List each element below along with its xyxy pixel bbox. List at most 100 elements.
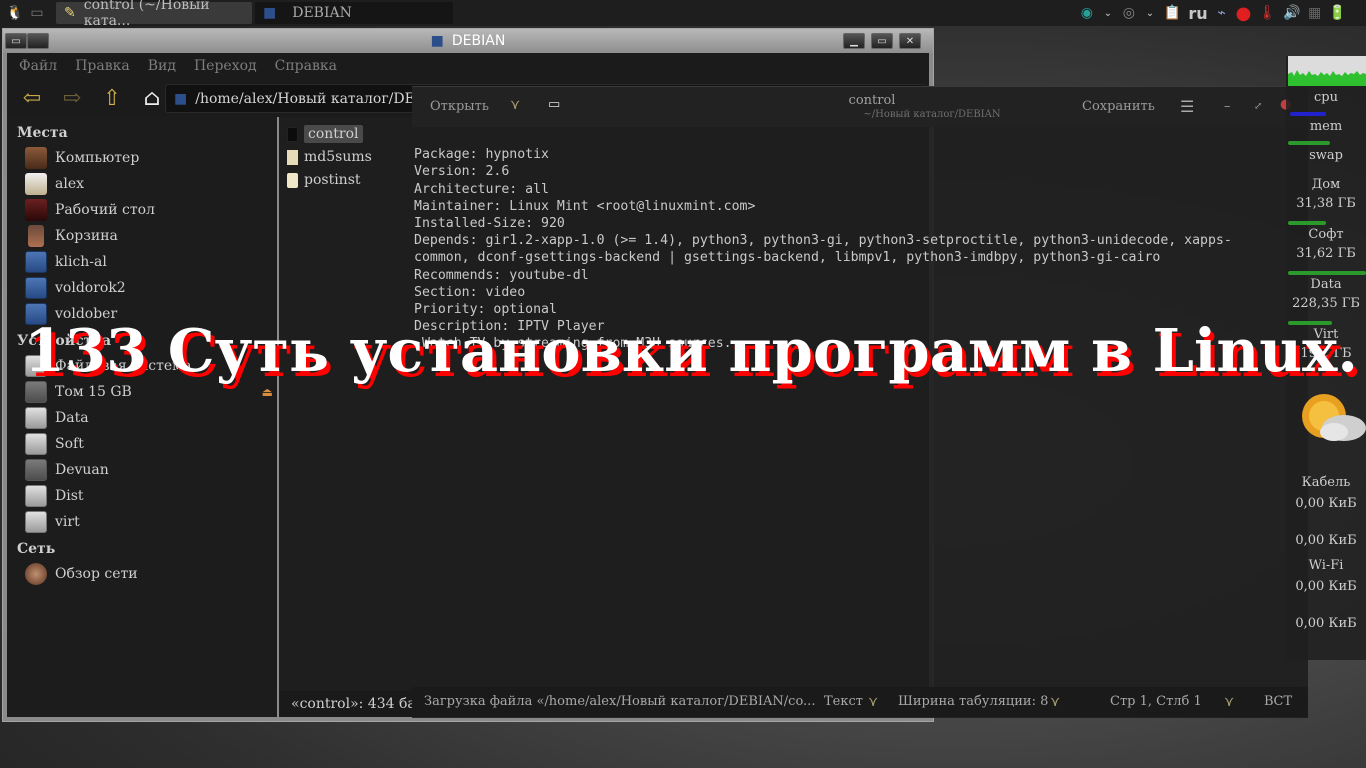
taskbar-item-file-manager[interactable]: ■ DEBIAN bbox=[255, 2, 453, 24]
window-titlebar[interactable]: ▭ ■ DEBIAN ▁ ▭ ✕ bbox=[3, 29, 933, 53]
file-name: control bbox=[304, 125, 363, 143]
home-icon[interactable]: ⌂ bbox=[139, 85, 165, 111]
network-interface-name: Wi-Fi bbox=[1308, 558, 1344, 573]
thermometer-icon[interactable]: 🌡 bbox=[1258, 5, 1276, 21]
sidebar-item-label: Dist bbox=[55, 488, 84, 504]
disk-name: Дом bbox=[1311, 177, 1341, 192]
menu-go[interactable]: Переход bbox=[194, 58, 257, 74]
battery-icon[interactable]: 🔋 bbox=[1329, 5, 1346, 21]
swap-label: swap bbox=[1309, 148, 1343, 163]
volume-icon[interactable]: 🔊 bbox=[1283, 5, 1300, 21]
file-item-control[interactable]: control bbox=[287, 123, 363, 145]
sidebar-item-label: Компьютер bbox=[55, 150, 140, 166]
folder-icon bbox=[25, 251, 47, 273]
tab-width-selector[interactable]: Ширина табуляции: 8 bbox=[898, 694, 1048, 709]
sidebar-item-label: Data bbox=[55, 410, 89, 426]
sidebar-item-drive[interactable]: Devuan bbox=[7, 457, 277, 483]
chevron-down-icon[interactable]: ⋎ bbox=[868, 694, 878, 710]
sidebar-item-label: voldorok2 bbox=[55, 280, 126, 296]
network-download: 0,00 КиБ bbox=[1295, 496, 1357, 511]
file-item-md5sums[interactable]: md5sums bbox=[287, 146, 372, 168]
cursor-position[interactable]: Стр 1, Стлб 1 bbox=[1110, 694, 1202, 709]
text-line: Architecture: all bbox=[414, 181, 549, 197]
chevron-down-icon[interactable]: ⋎ bbox=[1224, 694, 1234, 710]
debian-swirl-icon[interactable]: ◉ bbox=[1080, 5, 1094, 21]
disk-free: 31,62 ГБ bbox=[1296, 246, 1356, 261]
text-line: Installed-Size: 920 bbox=[414, 216, 565, 232]
sidebar-item-drive[interactable]: virt bbox=[7, 509, 277, 535]
disk-free: 31,38 ГБ bbox=[1296, 196, 1356, 211]
insert-mode: ВСТ bbox=[1264, 694, 1293, 709]
sidebar-item-bookmark[interactable]: voldorok2 bbox=[7, 275, 277, 301]
menu-file[interactable]: Файл bbox=[19, 58, 57, 74]
editor-headerbar[interactable]: Открыть ⋎ ▭ control ~/Новый каталог/DEBI… bbox=[412, 87, 1308, 127]
network-icon bbox=[25, 563, 47, 585]
sidebar-item-home[interactable]: alex bbox=[7, 171, 277, 197]
window-menu-button[interactable]: ▭ bbox=[5, 33, 27, 49]
workspace-grid-icon[interactable]: ▦ bbox=[1308, 5, 1322, 21]
record-icon[interactable]: ◎ bbox=[1122, 5, 1136, 21]
sidebar-item-label: Devuan bbox=[55, 462, 109, 478]
editor-statusbar: Загрузка файла «/home/alex/Новый каталог… bbox=[412, 687, 1308, 717]
syntax-selector[interactable]: Текст bbox=[824, 694, 863, 709]
menu-edit[interactable]: Правка bbox=[75, 58, 130, 74]
save-button[interactable]: Сохранить bbox=[1082, 99, 1155, 114]
sidebar-item-label: Обзор сети bbox=[55, 566, 138, 582]
cpu-graph bbox=[1288, 56, 1366, 86]
app-menu-icon[interactable]: 🐧 bbox=[4, 2, 26, 24]
text-line: Version: 2.6 bbox=[414, 164, 510, 180]
sidebar-item-bookmark[interactable]: klich-al bbox=[7, 249, 277, 275]
text-file-icon bbox=[287, 149, 298, 165]
sidebar-item-label: klich-al bbox=[55, 254, 107, 270]
window-shade-button[interactable] bbox=[27, 33, 49, 49]
disk-usage-bar bbox=[1288, 271, 1366, 275]
sidebar-item-drive[interactable]: Dist bbox=[7, 483, 277, 509]
show-desktop-icon[interactable]: ▭ bbox=[26, 2, 48, 24]
sidebar-item-drive[interactable]: Data bbox=[7, 405, 277, 431]
clipboard-icon[interactable]: 📋 bbox=[1164, 5, 1181, 21]
cpu-usage-bar bbox=[1290, 112, 1326, 116]
sidebar-item-desktop[interactable]: Рабочий стол bbox=[7, 197, 277, 223]
chevron-down-icon[interactable]: ⋎ bbox=[1050, 694, 1060, 710]
disk-usage-bar bbox=[1288, 221, 1326, 225]
taskbar-item-label: control (~/Новый ката... bbox=[83, 0, 210, 29]
file-item-postinst[interactable]: postinst bbox=[287, 169, 361, 191]
folder-icon: ■ bbox=[263, 5, 277, 21]
chevron-down-icon[interactable]: ⌄ bbox=[1101, 8, 1115, 19]
trash-icon bbox=[28, 225, 44, 247]
maximize-button[interactable]: ▭ bbox=[871, 33, 893, 49]
loading-status: Загрузка файла «/home/alex/Новый каталог… bbox=[424, 694, 816, 709]
hamburger-menu-icon[interactable]: ☰ bbox=[1180, 97, 1194, 116]
up-arrow-icon[interactable]: ⇧ bbox=[99, 85, 125, 111]
sidebar-item-computer[interactable]: Компьютер bbox=[7, 145, 277, 171]
sidebar-item-trash[interactable]: Корзина bbox=[7, 223, 277, 249]
taskbar-item-editor[interactable]: ✎ control (~/Новый ката... bbox=[56, 0, 252, 29]
text-line: Section: video bbox=[414, 284, 526, 300]
folder-icon: ■ bbox=[430, 33, 444, 49]
disk-free: 228,35 ГБ bbox=[1292, 296, 1360, 311]
record-button-icon[interactable]: ● bbox=[1236, 3, 1252, 24]
text-line: Maintainer: Linux Mint <root@linuxmint.c… bbox=[414, 198, 756, 214]
keyboard-layout-indicator[interactable]: ru bbox=[1188, 4, 1207, 23]
sidebar-heading-network: Сеть bbox=[17, 541, 56, 557]
sidebar-heading-places: Места bbox=[17, 125, 68, 141]
text-line: Package: hypnotix bbox=[414, 147, 549, 163]
minimize-icon[interactable]: – bbox=[1224, 99, 1231, 114]
desktop-icon bbox=[25, 199, 47, 221]
video-title-overlay: 133 Суть установки программ в Linux. 133… bbox=[24, 316, 1366, 390]
taskbar-item-label: DEBIAN bbox=[292, 5, 352, 21]
network-cable-icon[interactable]: ⌁ bbox=[1215, 5, 1229, 21]
chevron-down-icon[interactable]: ⌄ bbox=[1143, 8, 1157, 19]
sidebar-item-browse-network[interactable]: Обзор сети bbox=[7, 561, 277, 587]
sidebar-item-drive[interactable]: Soft bbox=[7, 431, 277, 457]
forward-arrow-icon[interactable]: ⇨ bbox=[59, 85, 85, 111]
minimize-button[interactable]: ▁ bbox=[843, 33, 865, 49]
menu-help[interactable]: Справка bbox=[275, 58, 337, 74]
script-file-icon bbox=[287, 172, 298, 188]
text-line: Depends: gir1.2-xapp-1.0 (>= 1.4), pytho… bbox=[414, 233, 1232, 249]
close-button[interactable]: ✕ bbox=[899, 33, 921, 49]
menu-view[interactable]: Вид bbox=[148, 58, 176, 74]
text-editor-window: Открыть ⋎ ▭ control ~/Новый каталог/DEBI… bbox=[412, 86, 1308, 718]
maximize-icon[interactable]: ⤢ bbox=[1254, 101, 1262, 112]
back-arrow-icon[interactable]: ⇦ bbox=[19, 85, 45, 111]
